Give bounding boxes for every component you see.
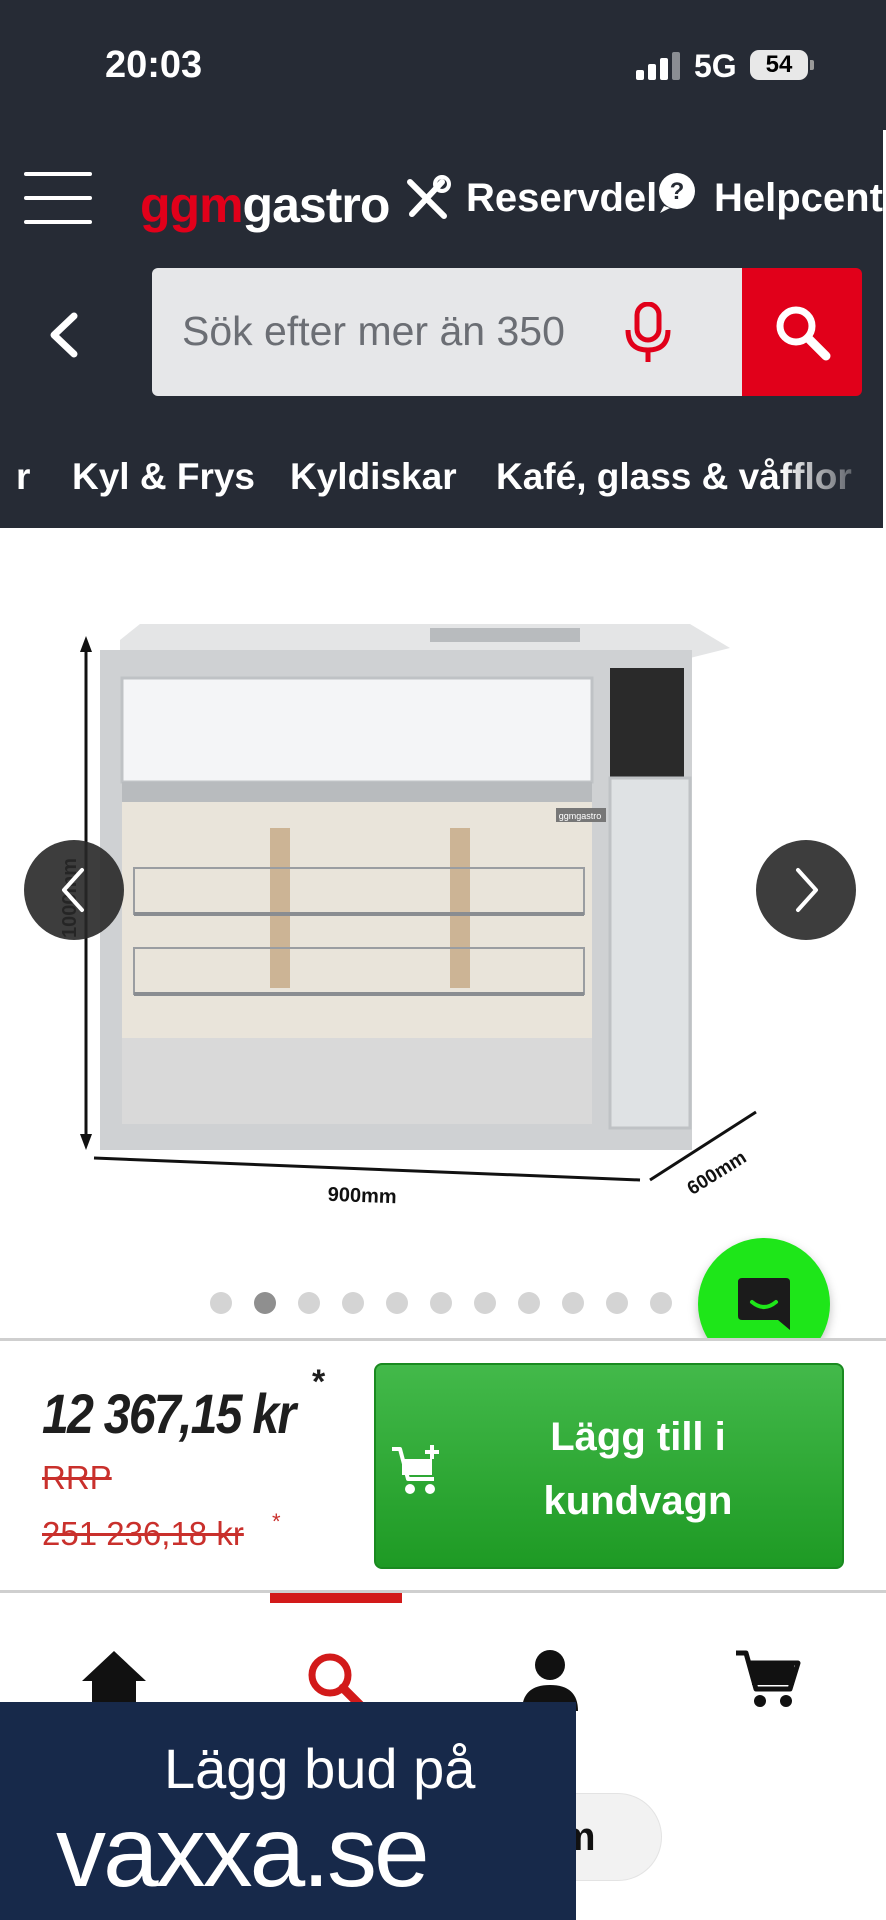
gallery-dot[interactable] [430, 1292, 452, 1314]
category-item[interactable]: r [16, 456, 30, 498]
battery-tip [810, 60, 814, 70]
search-placeholder: Sök efter mer än 350 [182, 308, 565, 354]
badge-text: ggmgastro [559, 811, 602, 821]
add-to-cart-label: Lägg till i kundvagn [543, 1415, 733, 1523]
category-item[interactable]: Kyl & Frys [72, 456, 255, 498]
signal-icon [636, 52, 680, 80]
search-icon [776, 306, 831, 361]
back-arrow-icon[interactable] [40, 310, 90, 360]
logo-gastro: gastro [242, 177, 391, 233]
rrp-price: 251 236,18 kr [42, 1515, 244, 1552]
cart-add-icon [392, 1445, 439, 1494]
rrp-asterisk: * [272, 1509, 281, 1534]
ad-headline: Lägg bud på [164, 1737, 476, 1800]
svg-text:?: ? [670, 178, 685, 205]
current-price: 12 367,15 kr [42, 1382, 296, 1445]
gallery-dot[interactable] [342, 1292, 364, 1314]
gallery-dot[interactable] [562, 1292, 584, 1314]
active-tab-indicator [270, 1593, 402, 1603]
gallery-dot[interactable] [650, 1292, 672, 1314]
gallery-dot[interactable] [606, 1292, 628, 1314]
add-to-cart-button[interactable]: Lägg till i kundvagn [374, 1363, 844, 1569]
dimension-depth: 600mm [684, 1147, 751, 1200]
gallery-dot[interactable] [210, 1292, 232, 1314]
app-screen: 20:03 5G 54 ggmgastro Reservdelar ? Help… [0, 0, 886, 1920]
gallery-dot[interactable] [386, 1292, 408, 1314]
site-logo[interactable]: ggmgastro [140, 176, 391, 234]
site-header: ggmgastro Reservdelar ? Helpcenter Sök e… [0, 130, 886, 528]
category-strip: r Kyl & Frys Kyldiskar Kafé, glass & våf… [0, 442, 886, 528]
menu-icon[interactable] [24, 170, 92, 226]
cart-icon[interactable] [734, 1647, 802, 1713]
microphone-icon[interactable] [620, 302, 676, 364]
prev-image-button[interactable] [24, 840, 124, 940]
search-input[interactable]: Sök efter mer än 350 [152, 268, 742, 396]
reservdelar-link[interactable]: Reservdelar [466, 176, 656, 221]
dimension-width: 900mm [327, 1184, 397, 1208]
helpcenter-link[interactable]: Helpcenter [714, 176, 886, 221]
chat-icon [738, 1278, 790, 1330]
tools-icon [407, 175, 451, 219]
product-image[interactable]: ggmgastro 1000mm 900mm 600mm [50, 568, 770, 1208]
product-gallery: ggmgastro 1000mm 900mm 600mm [0, 528, 886, 1370]
ad-logo: vaxxa.se [56, 1796, 430, 1908]
logo-ggm: ggm [140, 177, 244, 233]
chevron-left-icon [62, 868, 84, 912]
gallery-dot[interactable] [474, 1292, 496, 1314]
next-image-button[interactable] [756, 840, 856, 940]
gallery-dot[interactable] [518, 1292, 540, 1314]
status-bar: 20:03 5G 54 [0, 0, 886, 130]
price-asterisk: * [312, 1363, 326, 1401]
chevron-right-icon [796, 868, 818, 912]
category-item[interactable]: Kyldiskar [290, 456, 457, 498]
price-section: 12 367,15 kr * RRP 251 236,18 kr * Lägg … [0, 1341, 886, 1591]
status-time: 20:03 [105, 44, 203, 86]
battery-icon: 54 [750, 50, 808, 80]
category-fade [780, 442, 880, 522]
ad-banner[interactable]: Lägg bud på vaxxa.se [0, 1702, 576, 1920]
search-button[interactable] [742, 268, 862, 396]
gallery-dot[interactable] [254, 1292, 276, 1314]
help-icon: ? [659, 173, 695, 213]
gallery-dot[interactable] [298, 1292, 320, 1314]
network-label: 5G [694, 48, 737, 84]
divider [0, 1590, 886, 1593]
rrp-label: RRP [42, 1459, 112, 1496]
